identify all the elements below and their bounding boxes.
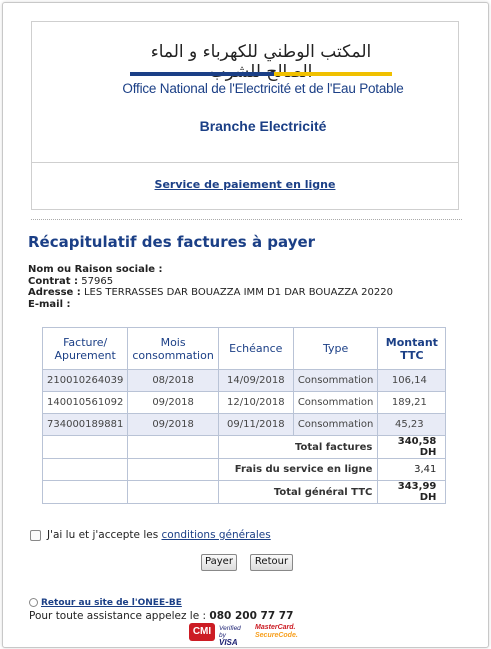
header-box: المكتب الوطني للكهرباء و الماء الصالح لل… <box>31 21 459 210</box>
total-value: 340,58 DH <box>377 435 447 459</box>
cell-mois: 09/2018 <box>127 413 219 436</box>
client-name-label: Nom ou Raison sociale : <box>28 264 163 275</box>
visa-logo-bottom: VISA <box>219 638 238 647</box>
cell-facture: 210010264039 <box>41 369 129 392</box>
assistance-line: Pour toute assistance appelez le : 080 2… <box>29 610 293 622</box>
client-contract-label: Contrat : <box>28 275 79 287</box>
accept-checkbox[interactable] <box>30 529 41 541</box>
fees-row: Frais du service en ligne 3,41 <box>41 458 447 481</box>
client-info: Nom ou Raison sociale : Contrat : 57965 … <box>28 264 393 310</box>
empty-cell <box>41 480 129 504</box>
cell-type: Consommation <box>292 391 379 414</box>
cell-facture: 734000189881 <box>41 413 129 436</box>
service-link[interactable]: Service de paiement en ligne <box>32 178 458 191</box>
pay-button[interactable]: Payer <box>201 554 237 571</box>
client-address-row: Adresse : LES TERRASSES DAR BOUAZZA IMM … <box>28 287 393 299</box>
cell-mois: 09/2018 <box>127 391 219 414</box>
empty-cell <box>127 435 219 459</box>
col-header-type: Type <box>292 327 379 370</box>
verified-by-visa-logo: Verified by VISA <box>219 625 249 647</box>
table-row: 734000189881 09/2018 09/11/2018 Consomma… <box>41 413 447 436</box>
mastercard-securecode-logo: MasterCard. SecureCode. <box>255 624 303 640</box>
assist-phone: 080 200 77 77 <box>209 610 294 622</box>
total-row: Total factures 340,58 DH <box>41 435 447 459</box>
client-address-value: LES TERRASSES DAR BOUAZZA IMM D1 DAR BOU… <box>83 287 393 299</box>
bills-table: Facture/ Apurement Mois consommation Ech… <box>41 327 447 504</box>
cell-mois: 08/2018 <box>127 369 219 392</box>
table-row: 140010561092 09/2018 12/10/2018 Consomma… <box>41 391 447 414</box>
client-email-label: E-mail : <box>28 298 71 310</box>
grand-total-row: Total général TTC 343,99 DH <box>41 480 447 504</box>
divider <box>31 219 462 220</box>
logo-french-text: Office National de l'Electricité et de l… <box>122 81 404 96</box>
fees-value: 3,41 <box>377 458 447 481</box>
cell-echeance: 14/09/2018 <box>217 369 294 392</box>
empty-cell <box>41 435 129 459</box>
cell-type: Consommation <box>292 413 379 436</box>
back-button[interactable]: Retour <box>250 554 293 571</box>
accept-text: J'ai lu et j'accepte les <box>47 529 159 541</box>
terms-link[interactable]: conditions générales <box>162 529 271 541</box>
col-header-montant: Montant TTC <box>377 327 447 370</box>
grand-total-value: 343,99 DH <box>377 480 447 504</box>
cell-facture: 140010561092 <box>41 391 129 414</box>
cell-type: Consommation <box>292 369 379 392</box>
col-header-echeance: Echéance <box>217 327 294 370</box>
client-address-label: Adresse : <box>28 287 81 299</box>
fees-label: Frais du service en ligne <box>217 458 379 481</box>
cmi-logo: CMI <box>189 623 215 641</box>
logo-divider <box>130 72 392 76</box>
cell-echeance: 09/11/2018 <box>217 413 294 436</box>
accept-terms: J'ai lu et j'accepte les conditions géné… <box>30 529 271 541</box>
grand-total-label: Total général TTC <box>217 480 379 504</box>
client-contract-value: 57965 <box>81 275 114 287</box>
mc-logo-bottom: SecureCode. <box>255 632 298 639</box>
table-header-row: Facture/ Apurement Mois consommation Ech… <box>41 327 447 370</box>
back-to-site-link[interactable]: Retour au site de l'ONEE-BE <box>41 598 182 608</box>
client-contract-row: Contrat : 57965 <box>28 276 393 288</box>
cell-montant: 189,21 <box>377 391 447 414</box>
cell-echeance: 12/10/2018 <box>217 391 294 414</box>
branch-title: Branche Electricité <box>199 118 327 134</box>
circle-bullet-icon <box>29 598 38 607</box>
cell-montant: 106,14 <box>377 369 447 392</box>
back-to-site: Retour au site de l'ONEE-BE <box>29 598 182 608</box>
mc-logo-top: MasterCard. <box>255 624 296 631</box>
empty-cell <box>41 458 129 481</box>
assist-text: Pour toute assistance appelez le : <box>29 610 207 622</box>
total-label: Total factures <box>217 435 379 459</box>
client-name-row: Nom ou Raison sociale : <box>28 264 393 276</box>
onee-logo: المكتب الوطني للكهرباء و الماء الصالح لل… <box>32 22 458 163</box>
table-row: 210010264039 08/2018 14/09/2018 Consomma… <box>41 369 447 392</box>
visa-logo-top: Verified by <box>219 625 241 639</box>
client-email-row: E-mail : <box>28 299 393 311</box>
col-header-facture: Facture/ Apurement <box>41 327 129 370</box>
empty-cell <box>127 458 219 481</box>
empty-cell <box>127 480 219 504</box>
col-header-mois: Mois consommation <box>127 327 219 370</box>
logo-arabic-text: المكتب الوطني للكهرباء و الماء الصالح لل… <box>150 42 372 82</box>
cell-montant: 45,23 <box>377 413 447 436</box>
page-title: Récapitulatif des factures à payer <box>28 233 316 251</box>
